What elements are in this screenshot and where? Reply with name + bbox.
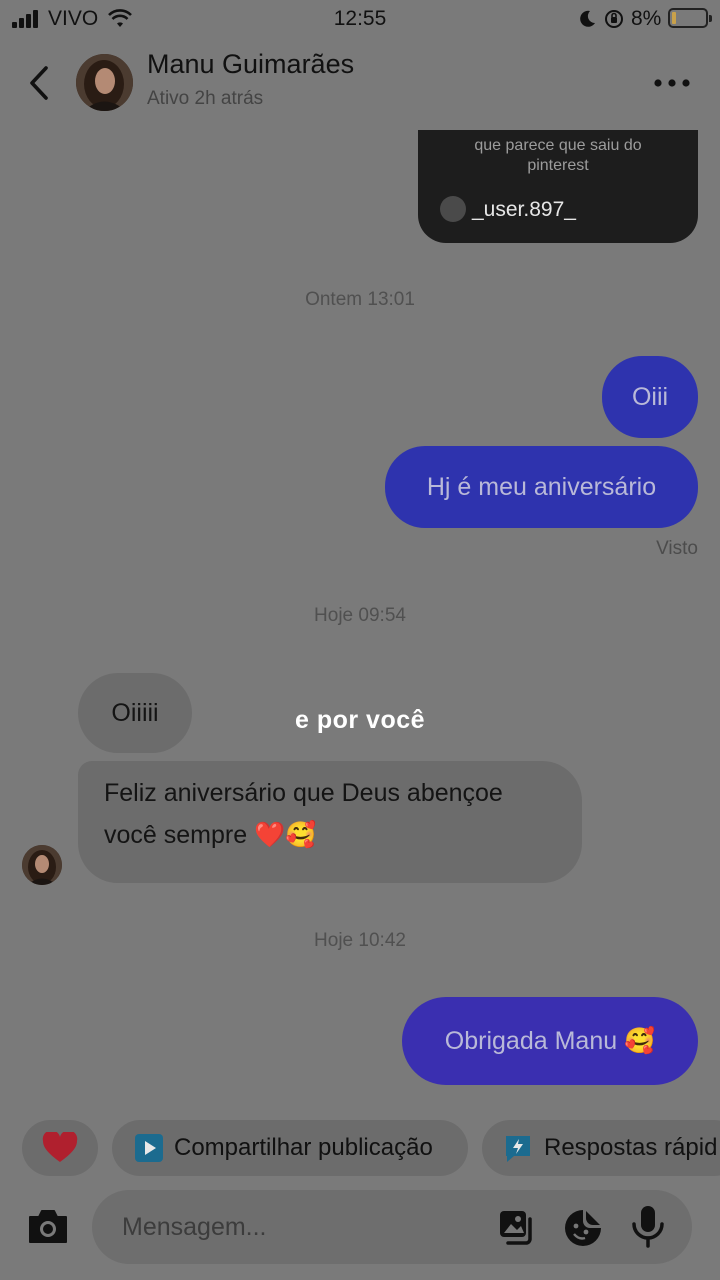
contact-name[interactable]: Manu Guimarães: [147, 49, 354, 80]
share-post-button[interactable]: Compartilhar publicação: [112, 1120, 468, 1176]
shared-post-user-avatar: [440, 196, 466, 222]
timestamp: Hoje 10:42: [314, 930, 406, 951]
quick-replies-label: Respostas rápid: [544, 1134, 718, 1161]
back-arrow-icon[interactable]: [24, 62, 56, 104]
shared-post-card[interactable]: que parece que saiu do pinterest _user.8…: [418, 130, 698, 243]
microphone-icon[interactable]: [630, 1204, 666, 1250]
seen-receipt: Visto: [656, 538, 698, 559]
heart-reaction-button[interactable]: [22, 1120, 98, 1176]
heart-icon: [42, 1132, 78, 1162]
timestamp: Hoje 09:54: [314, 605, 406, 626]
active-status: Ativo 2h atrás: [147, 88, 264, 109]
battery-percent: 8%: [631, 7, 662, 30]
contact-avatar-small[interactable]: [22, 845, 62, 885]
battery-icon: [668, 8, 712, 28]
shared-post-username[interactable]: _user.897_: [472, 198, 576, 222]
timestamp: Ontem 13:01: [305, 289, 415, 310]
shared-post-caption: que parece que saiu do pinterest: [474, 137, 642, 174]
quick-replies-button[interactable]: Respostas rápid: [482, 1120, 720, 1176]
outgoing-message[interactable]: Hj é meu aniversário: [385, 446, 698, 528]
message-text-line: Feliz aniversário que Deus abençoe: [104, 779, 503, 807]
quick-replies-icon: [506, 1136, 530, 1162]
message-text: Oiii: [631, 382, 669, 411]
share-post-icon: [135, 1134, 163, 1162]
message-text: Obrigada Manu 🥰: [444, 1026, 656, 1055]
incoming-message[interactable]: Feliz aniversário que Deus abençoe você …: [78, 761, 582, 883]
outgoing-message[interactable]: Obrigada Manu 🥰: [402, 997, 698, 1085]
orientation-lock-icon: [605, 10, 623, 28]
sticker-icon[interactable]: [562, 1207, 604, 1249]
message-text: Hj é meu aniversário: [426, 472, 657, 501]
gallery-icon[interactable]: [496, 1207, 538, 1249]
message-composer[interactable]: [92, 1190, 692, 1264]
moon-icon: [580, 10, 595, 27]
status-bar: VIVO 12:55 8%: [0, 0, 720, 38]
share-post-label: Compartilhar publicação: [174, 1134, 433, 1161]
message-input[interactable]: [122, 1206, 472, 1248]
camera-icon[interactable]: [26, 1204, 70, 1248]
outgoing-message[interactable]: Oiii: [602, 356, 698, 438]
contact-avatar[interactable]: [76, 54, 133, 111]
more-options-icon[interactable]: [652, 76, 692, 90]
story-overlay-text: e por você: [294, 706, 426, 734]
message-text-line: você sempre ❤️🥰: [104, 821, 317, 849]
